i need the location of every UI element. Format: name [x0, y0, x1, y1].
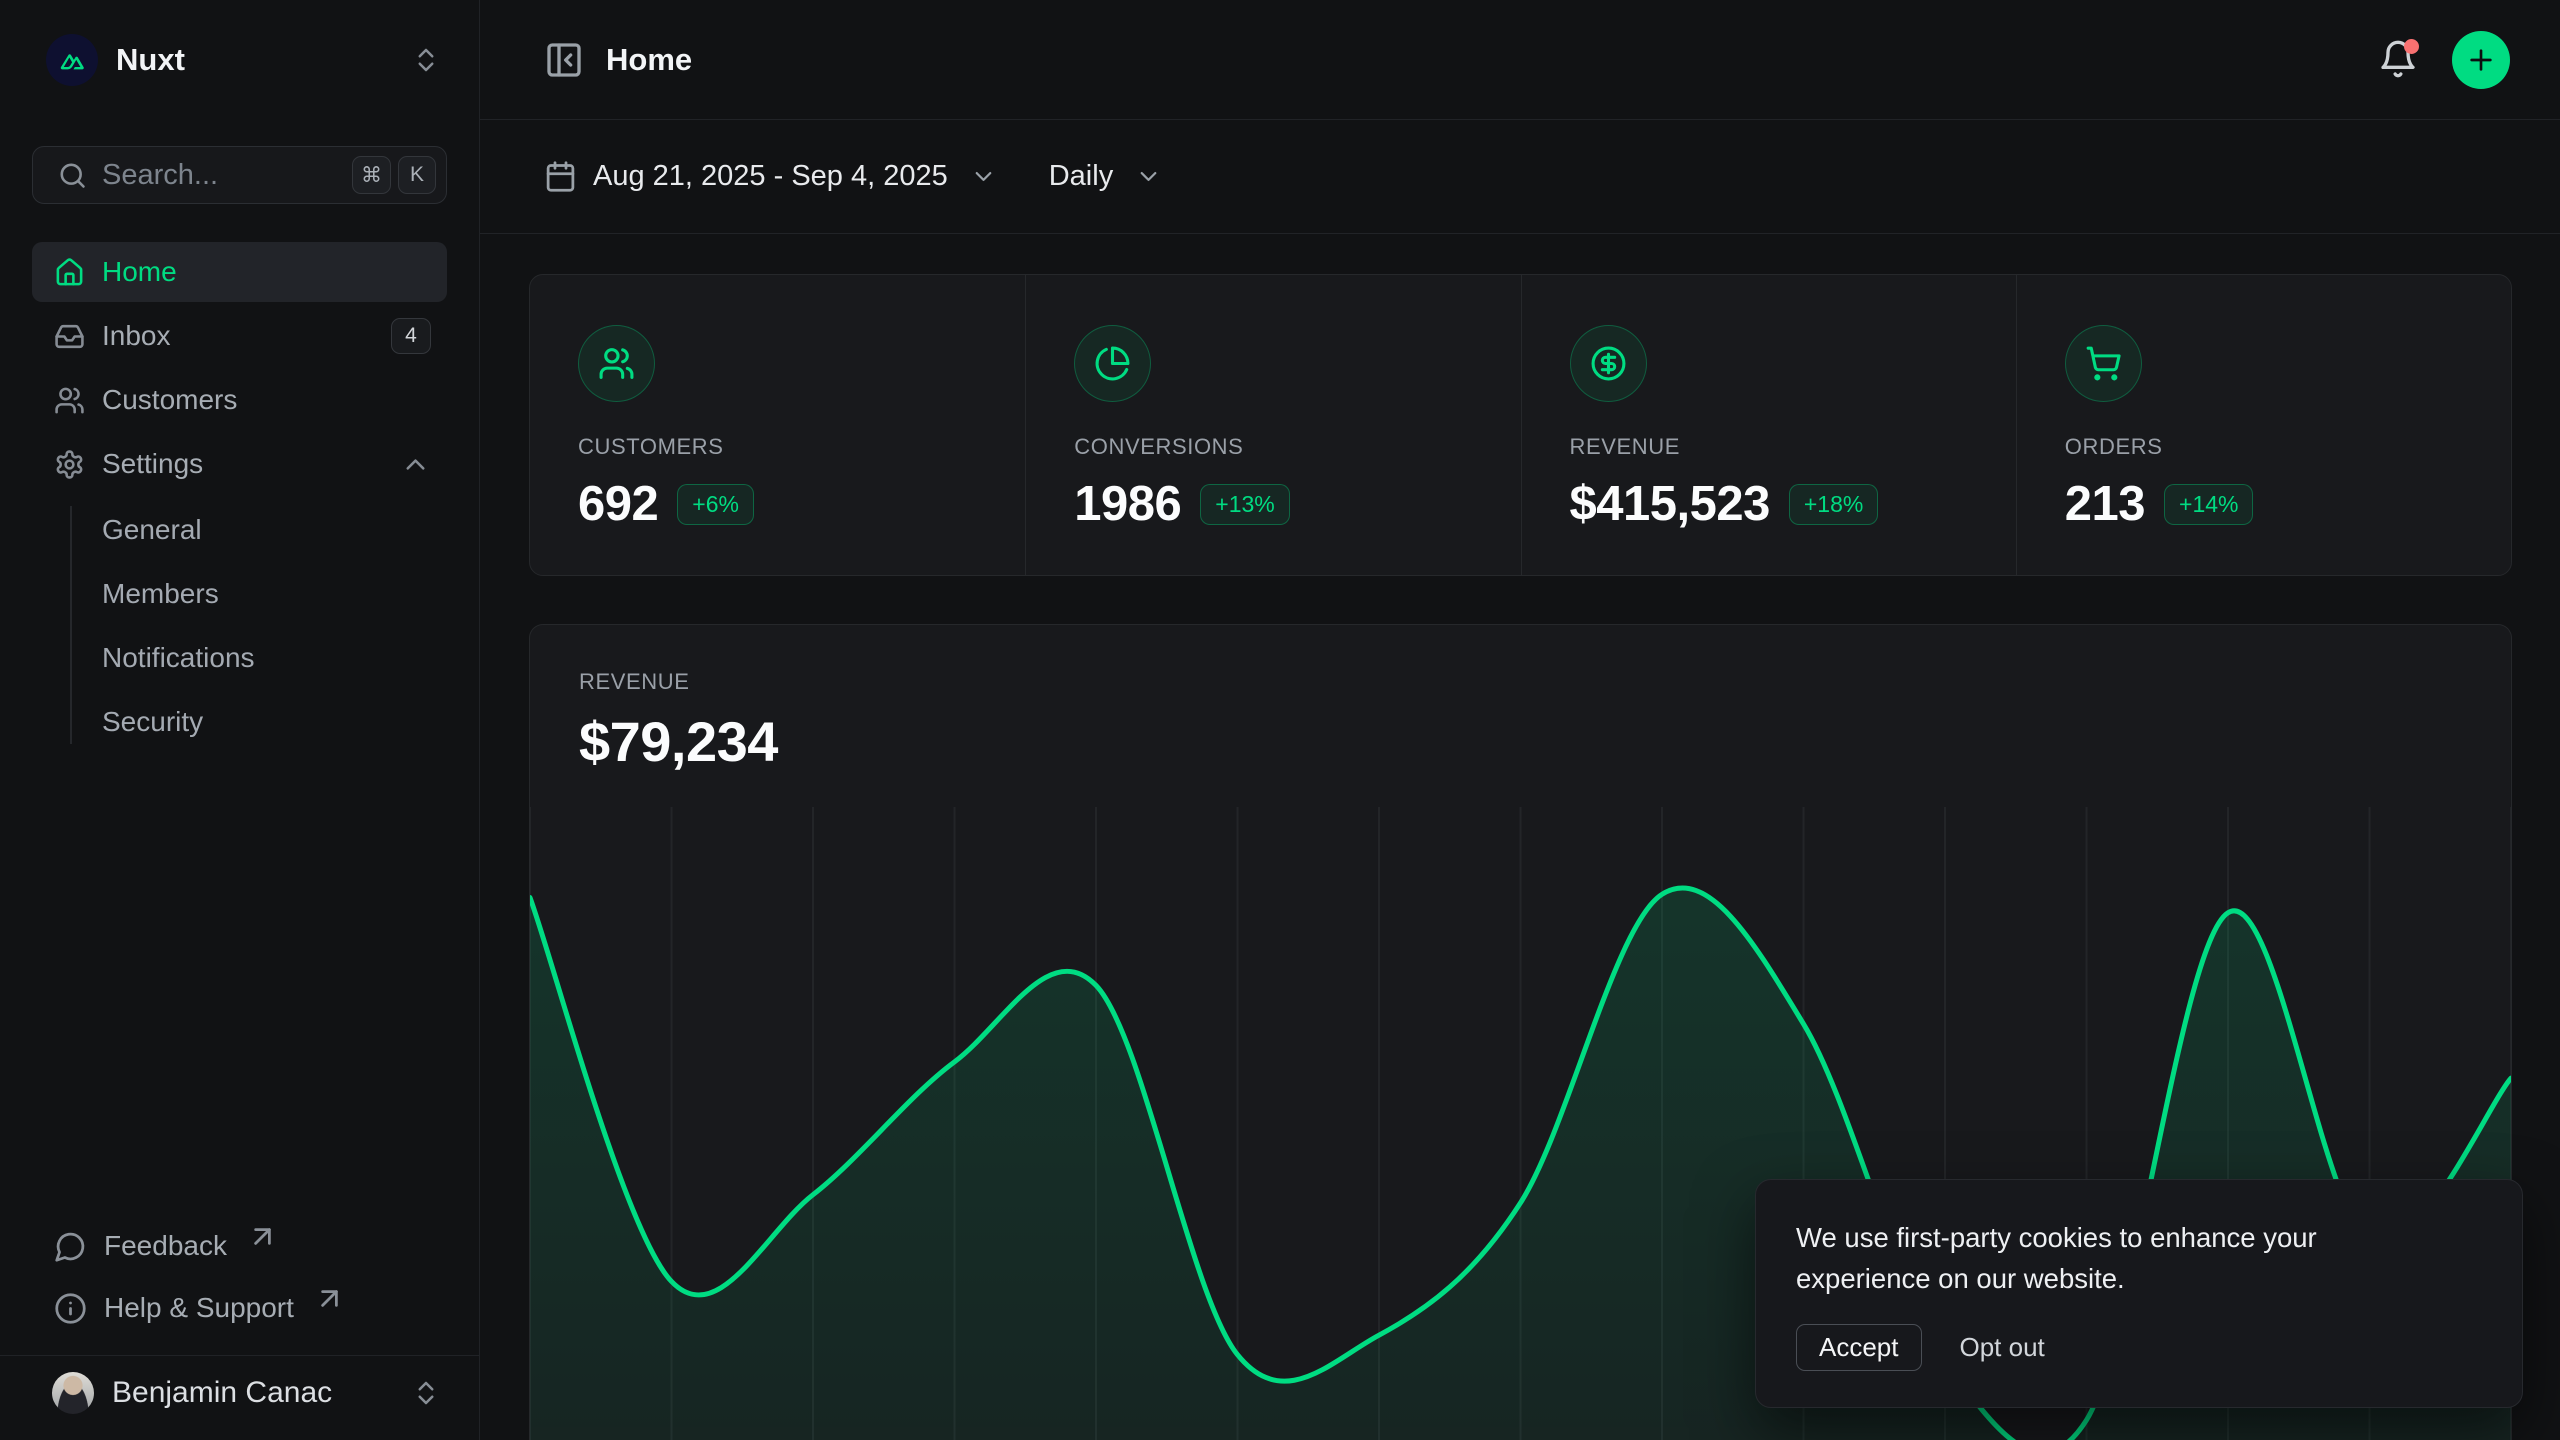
workspace-switcher[interactable]: Nuxt [32, 28, 447, 92]
sidebar-item-settings[interactable]: Settings [32, 434, 447, 494]
stat-change-badge: +13% [1200, 484, 1289, 525]
navbar-actions [2378, 31, 2510, 89]
date-range-value: Aug 21, 2025 - Sep 4, 2025 [593, 160, 948, 193]
kbd-k: K [398, 156, 436, 194]
notifications-button[interactable] [2378, 39, 2420, 81]
stat-card-conversions: CONVERSIONS 1986 +13% [1025, 275, 1520, 575]
inbox-count-badge: 4 [391, 318, 431, 354]
home-icon [54, 257, 85, 288]
stat-change-badge: +14% [2164, 484, 2253, 525]
users-icon [54, 385, 85, 416]
footer-item-label: Help & Support [104, 1292, 294, 1324]
sidebar-item-inbox[interactable]: Inbox 4 [32, 306, 447, 366]
granularity-select[interactable]: Daily [1049, 160, 1162, 193]
users-icon [598, 345, 635, 382]
sidebar-item-help-support[interactable]: Help & Support [32, 1277, 447, 1339]
page-title: Home [606, 42, 692, 78]
dollar-circle-icon [1590, 345, 1627, 382]
sidebar-item-security[interactable]: Security [32, 690, 447, 754]
external-link-icon [313, 1282, 346, 1315]
search-input[interactable] [102, 159, 338, 192]
stat-value: $415,523 [1570, 476, 1770, 532]
chevrons-up-down-icon [411, 45, 441, 75]
plus-icon [2465, 44, 2497, 76]
inbox-icon [54, 321, 85, 352]
brand-name: Nuxt [116, 42, 185, 78]
stat-label: CUSTOMERS [578, 434, 977, 460]
chevron-down-icon [970, 163, 997, 190]
sidebar-item-label: Customers [102, 384, 237, 416]
stat-label: REVENUE [1570, 434, 1968, 460]
cart-icon [2085, 345, 2122, 382]
stat-card-orders: ORDERS 213 +14% [2016, 275, 2511, 575]
info-icon [54, 1292, 87, 1325]
pie-chart-icon [1094, 345, 1131, 382]
top-navbar: Home [480, 0, 2560, 120]
stat-value: 692 [578, 476, 658, 532]
accept-cookies-button[interactable]: Accept [1796, 1324, 1922, 1371]
sidebar-item-members[interactable]: Members [32, 562, 447, 626]
add-button[interactable] [2452, 31, 2510, 89]
sidebar-item-notifications[interactable]: Notifications [32, 626, 447, 690]
filters-toolbar: Aug 21, 2025 - Sep 4, 2025 Daily [480, 120, 2560, 234]
notification-dot [2404, 39, 2419, 54]
user-menu[interactable]: Benjamin Canac [32, 1356, 447, 1430]
stat-card-customers: CUSTOMERS 692 +6% [530, 275, 1025, 575]
settings-submenu: General Members Notifications Security [32, 498, 447, 754]
stat-label: CONVERSIONS [1074, 434, 1472, 460]
calendar-icon [544, 160, 577, 193]
stat-change-badge: +6% [677, 484, 754, 525]
optout-cookies-button[interactable]: Opt out [1960, 1325, 2045, 1370]
panel-left-close-icon [544, 40, 584, 80]
chart-total-value: $79,234 [579, 709, 2463, 774]
user-name: Benjamin Canac [112, 1376, 332, 1410]
stat-change-badge: +18% [1789, 484, 1878, 525]
cookie-actions: Accept Opt out [1796, 1324, 2482, 1371]
sidebar: Nuxt ⌘ K Home Inbox 4 Customers Settings [0, 0, 480, 1440]
gear-icon [54, 449, 85, 480]
sidebar-item-label: Inbox [102, 320, 171, 352]
sidebar-spacer [32, 754, 447, 1215]
stat-value: 213 [2065, 476, 2145, 532]
stat-label: ORDERS [2065, 434, 2463, 460]
chevron-up-icon [400, 449, 431, 480]
chart-title: REVENUE [579, 669, 2463, 695]
search-shortcut: ⌘ K [352, 156, 436, 194]
revenue-chart-header: REVENUE $79,234 [530, 625, 2511, 774]
sidebar-item-general[interactable]: General [32, 498, 447, 562]
avatar [52, 1372, 94, 1414]
cookie-banner: We use first-party cookies to enhance yo… [1755, 1179, 2523, 1408]
stat-card-revenue: REVENUE $415,523 +18% [1521, 275, 2016, 575]
chevron-down-icon [1135, 163, 1162, 190]
sidebar-item-label: Settings [102, 448, 203, 480]
stat-value: 1986 [1074, 476, 1181, 532]
cookie-message: We use first-party cookies to enhance yo… [1796, 1217, 2421, 1299]
date-range-picker[interactable]: Aug 21, 2025 - Sep 4, 2025 [544, 160, 997, 193]
granularity-value: Daily [1049, 160, 1113, 193]
collapse-sidebar-button[interactable] [544, 40, 584, 80]
chat-bubble-icon [54, 1230, 87, 1263]
search-input-box[interactable]: ⌘ K [32, 146, 447, 204]
kbd-cmd: ⌘ [352, 156, 391, 194]
nuxt-logo-icon [46, 34, 98, 86]
sidebar-item-feedback[interactable]: Feedback [32, 1215, 447, 1277]
search-icon [57, 160, 88, 191]
external-link-icon [246, 1220, 279, 1253]
sidebar-item-home[interactable]: Home [32, 242, 447, 302]
sidebar-item-label: Home [102, 256, 177, 288]
sidebar-nav: Home Inbox 4 Customers Settings General … [32, 242, 447, 754]
chevrons-up-down-icon [411, 1378, 441, 1408]
sidebar-item-customers[interactable]: Customers [32, 370, 447, 430]
footer-item-label: Feedback [104, 1230, 227, 1262]
stats-row: CUSTOMERS 692 +6% CONVERSIONS 1986 +13% … [529, 274, 2512, 576]
